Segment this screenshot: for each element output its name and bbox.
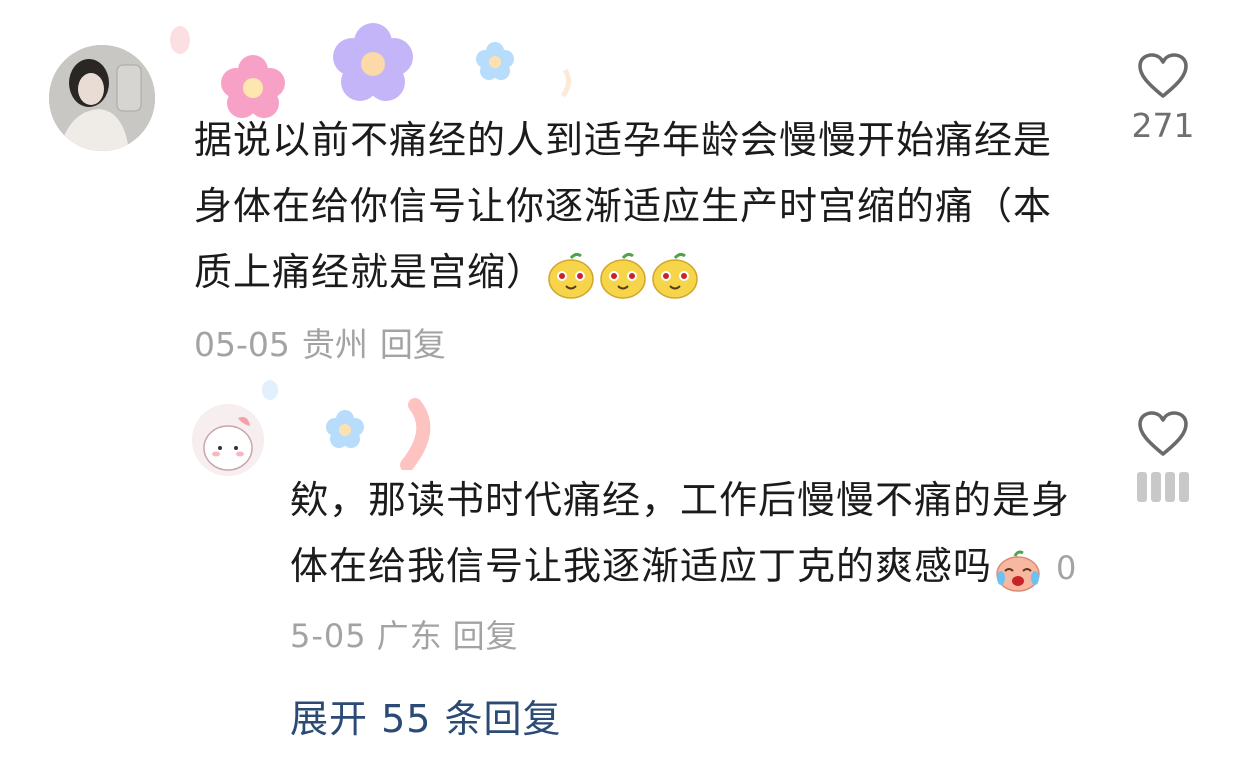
avatar[interactable]: [192, 404, 264, 476]
reply-body: 欸，那读书时代痛经，工作后慢慢不痛的是身体在给我信号让我逐渐适应丁克的爽感吗 05…: [290, 467, 1080, 669]
comment-date: 05-05: [194, 325, 290, 364]
mango-emoji-icon: [545, 250, 701, 299]
like-count: 271: [1131, 106, 1195, 145]
reply-text: 欸，那读书时代痛经，工作后慢慢不痛的是身体在给我信号让我逐渐适应丁克的爽感吗: [290, 478, 1071, 588]
comment-thread: 据说以前不痛经的人到适孕年龄会慢慢开始痛经是身体在给你信号让你逐渐适应生产时宫缩…: [0, 0, 1242, 778]
like-count-blurred: [1128, 472, 1198, 502]
laughing-tears-emoji-icon: [992, 544, 1044, 592]
comment-meta: 05-05 贵州 回复: [194, 318, 458, 366]
flower-decoration-icon: [262, 380, 431, 470]
avatar[interactable]: [49, 45, 155, 151]
like-button[interactable]: [1128, 410, 1198, 502]
expand-replies-button[interactable]: 展开 55 条回复: [290, 688, 562, 743]
cartoon-avatar-icon: [192, 404, 264, 476]
flower-decoration-icon: [170, 23, 571, 118]
heart-icon: [1138, 411, 1188, 456]
comment-body: 据说以前不痛经的人到适孕年龄会慢慢开始痛经是身体在给你信号让你逐渐适应生产时宫缩…: [194, 107, 1064, 305]
comment-location: 贵州: [301, 325, 368, 364]
user-photo-icon: [49, 45, 155, 151]
heart-icon: [1138, 53, 1188, 98]
like-button[interactable]: 271: [1128, 52, 1198, 145]
reply-location: 广东: [376, 617, 443, 655]
reply-button[interactable]: 回复: [453, 617, 519, 655]
reply-button[interactable]: 回复: [380, 325, 446, 364]
